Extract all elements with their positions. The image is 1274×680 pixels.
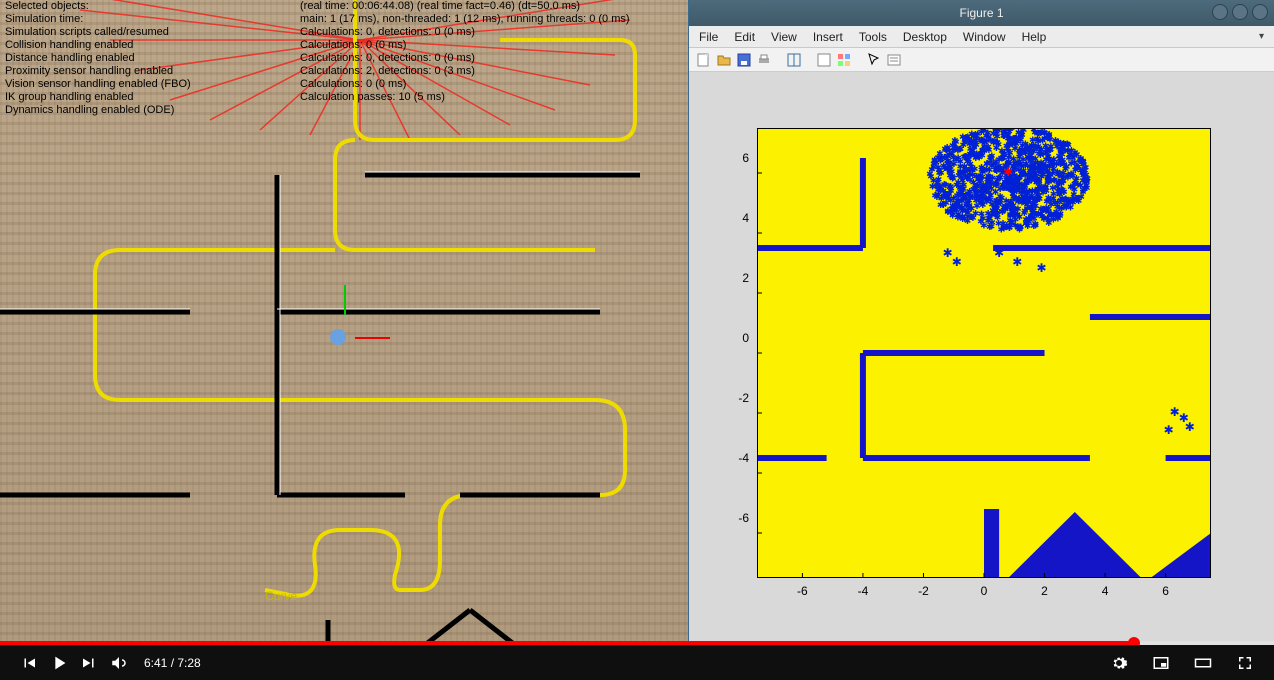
axes-frame [757, 128, 1211, 578]
robot-marker [330, 329, 346, 345]
status-line: Calculation passes: 10 (5 ms) [300, 91, 630, 104]
status-line: (real time: 00:06:44.08) (real time fact… [300, 0, 630, 13]
axes[interactable]: ✱✱✱✱✱✱✱✱✱✱✱✱✱✱✱✱✱✱✱✱✱✱✱✱✱✱✱✱✱✱✱✱✱✱✱✱✱✱✱✱… [757, 128, 1211, 578]
menu-view[interactable]: View [771, 30, 797, 44]
chevron-down-icon[interactable]: ▾ [1259, 31, 1264, 42]
fullscreen-button[interactable] [1230, 648, 1260, 678]
insert-text-icon[interactable] [885, 51, 903, 69]
status-line: Selected objects: [5, 0, 191, 13]
figure-canvas[interactable]: ✱✱✱✱✱✱✱✱✱✱✱✱✱✱✱✱✱✱✱✱✱✱✱✱✱✱✱✱✱✱✱✱✱✱✱✱✱✱✱✱… [689, 72, 1274, 645]
menu-file[interactable]: File [699, 30, 718, 44]
ytick: 2 [742, 271, 749, 285]
status-line: Vision sensor handling enabled (FBO) [5, 78, 191, 91]
xtick: -6 [797, 584, 808, 598]
status-line: Calculations: 0 (0 ms) [300, 39, 630, 52]
video-player-controls: 6:41 / 7:28 [0, 645, 1274, 680]
figure-title: Figure 1 [959, 6, 1003, 20]
status-line: main: 1 (17 ms), non-threaded: 1 (12 ms)… [300, 13, 630, 26]
ytick: 4 [742, 211, 749, 225]
layout-icon[interactable] [815, 51, 833, 69]
current-time: 6:41 [144, 656, 167, 670]
xtick: 4 [1102, 584, 1109, 598]
open-icon[interactable] [715, 51, 733, 69]
minimize-icon[interactable] [1212, 4, 1228, 20]
close-icon[interactable] [1252, 4, 1268, 20]
new-figure-icon[interactable] [695, 51, 713, 69]
pointer-icon[interactable] [865, 51, 883, 69]
menu-tools[interactable]: Tools [859, 30, 887, 44]
figure-titlebar[interactable]: Figure 1 [689, 0, 1274, 26]
maze-walls [0, 172, 640, 645]
menu-desktop[interactable]: Desktop [903, 30, 947, 44]
menu-insert[interactable]: Insert [813, 30, 843, 44]
status-line: Calculations: 0, detections: 0 (0 ms) [300, 26, 630, 39]
save-icon[interactable] [735, 51, 753, 69]
video-time: 6:41 / 7:28 [144, 656, 201, 670]
volume-button[interactable] [104, 648, 134, 678]
maximize-icon[interactable] [1232, 4, 1248, 20]
status-line: Proximity sensor handling enabled [5, 65, 191, 78]
status-line: Calculations: 0 (0 ms) [300, 78, 630, 91]
layout-grid-icon[interactable] [835, 51, 853, 69]
status-line: Calculations: 2, detections: 0 (3 ms) [300, 65, 630, 78]
xtick: 0 [981, 584, 988, 598]
menu-window[interactable]: Window [963, 30, 1006, 44]
xtick: -2 [918, 584, 929, 598]
xtick: -4 [858, 584, 869, 598]
print-icon[interactable] [755, 51, 773, 69]
settings-button[interactable] [1104, 648, 1134, 678]
status-line: Simulation time: [5, 13, 191, 26]
ytick: -4 [738, 451, 749, 465]
status-line: IK group handling enabled [5, 91, 191, 104]
figure-toolbar[interactable] [689, 48, 1274, 72]
play-button[interactable] [44, 648, 74, 678]
status-overlay-left: Selected objects: Simulation time: Simul… [5, 0, 191, 117]
menu-edit[interactable]: Edit [734, 30, 755, 44]
next-button[interactable] [74, 648, 104, 678]
status-line: Simulation scripts called/resumed [5, 26, 191, 39]
previous-button[interactable] [14, 648, 44, 678]
status-overlay-right: (real time: 00:06:44.08) (real time fact… [300, 0, 630, 104]
miniplayer-button[interactable] [1146, 648, 1176, 678]
menu-help[interactable]: Help [1022, 30, 1047, 44]
simulation-viewport[interactable]: Curve Selected objects: Simulation time:… [0, 0, 688, 645]
status-line: Calculations: 0, detections: 0 (0 ms) [300, 52, 630, 65]
xtick: 2 [1041, 584, 1048, 598]
ytick: 6 [742, 151, 749, 165]
status-line: Distance handling enabled [5, 52, 191, 65]
xtick: 6 [1162, 584, 1169, 598]
matlab-figure-window: Figure 1 File Edit View Insert Tools Des… [688, 0, 1274, 645]
theater-button[interactable] [1188, 648, 1218, 678]
duration: 7:28 [177, 656, 200, 670]
ytick: 0 [742, 331, 749, 345]
curve-label: Curve [265, 589, 297, 603]
link-icon[interactable] [785, 51, 803, 69]
figure-menu-bar[interactable]: File Edit View Insert Tools Desktop Wind… [689, 26, 1274, 48]
status-line: Collision handling enabled [5, 39, 191, 52]
ytick: -6 [738, 511, 749, 525]
status-line: Dynamics handling enabled (ODE) [5, 104, 191, 117]
ytick: -2 [738, 391, 749, 405]
